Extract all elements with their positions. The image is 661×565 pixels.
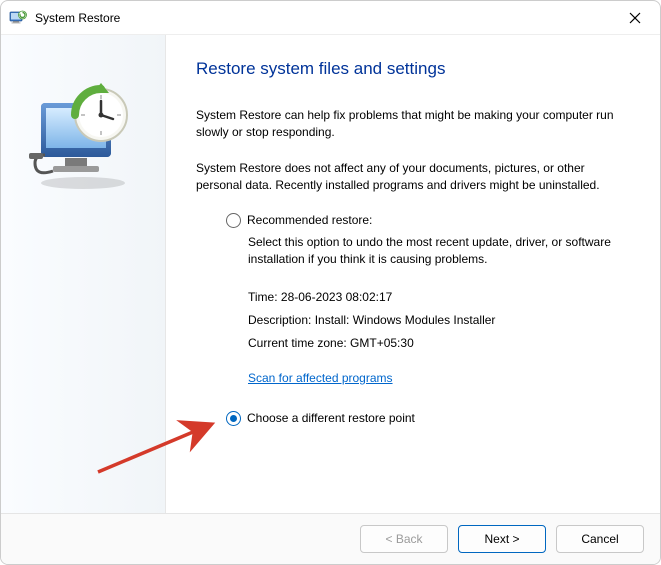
- intro-paragraph-2: System Restore does not affect any of yo…: [196, 160, 630, 195]
- scan-affected-link[interactable]: Scan for affected programs: [248, 371, 393, 385]
- detail-time: Time: 28-06-2023 08:02:17: [248, 286, 630, 309]
- radio-different[interactable]: [226, 411, 241, 426]
- system-restore-window: System Restore: [0, 0, 661, 565]
- next-button[interactable]: Next >: [458, 525, 546, 553]
- window-title: System Restore: [35, 11, 620, 25]
- system-restore-icon: [9, 9, 27, 27]
- footer: < Back Next > Cancel: [1, 514, 660, 564]
- recommended-details: Time: 28-06-2023 08:02:17 Description: I…: [248, 286, 630, 354]
- restore-illustration: [23, 75, 143, 195]
- dialog-body: Restore system files and settings System…: [1, 35, 660, 514]
- detail-description: Description: Install: Windows Modules In…: [248, 309, 630, 332]
- radio-recommended-label: Recommended restore:: [247, 213, 372, 227]
- sidebar: [1, 35, 166, 513]
- option-different: Choose a different restore point: [226, 411, 630, 426]
- page-heading: Restore system files and settings: [196, 59, 630, 79]
- radio-different-row[interactable]: Choose a different restore point: [226, 411, 630, 426]
- main-content: Restore system files and settings System…: [166, 35, 660, 513]
- titlebar: System Restore: [1, 1, 660, 35]
- intro-paragraph-1: System Restore can help fix problems tha…: [196, 107, 630, 142]
- back-button: < Back: [360, 525, 448, 553]
- detail-timezone: Current time zone: GMT+05:30: [248, 332, 630, 355]
- option-recommended: Recommended restore: Select this option …: [226, 213, 630, 385]
- radio-recommended-row[interactable]: Recommended restore:: [226, 213, 630, 228]
- close-button[interactable]: [620, 3, 650, 33]
- radio-different-label: Choose a different restore point: [247, 411, 415, 425]
- cancel-button[interactable]: Cancel: [556, 525, 644, 553]
- radio-recommended[interactable]: [226, 213, 241, 228]
- recommended-description: Select this option to undo the most rece…: [248, 234, 630, 269]
